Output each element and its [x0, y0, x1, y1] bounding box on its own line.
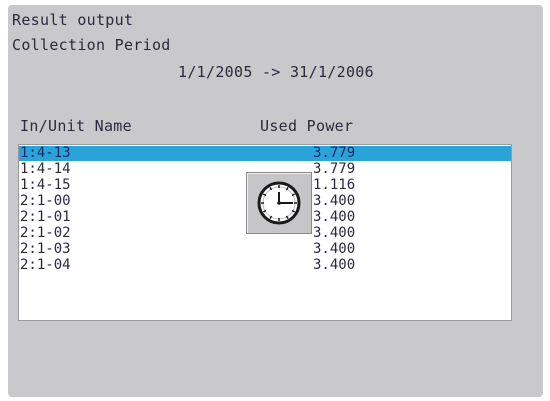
item-power: 3.400: [313, 193, 356, 209]
list-item[interactable]: 1:4-13 3.779: [19, 145, 511, 161]
list-item[interactable]: 2:1-04 3.400: [19, 257, 511, 273]
collection-period-label: Collection Period: [12, 36, 171, 54]
item-power: 3.400: [313, 241, 356, 257]
item-power: 3.400: [313, 257, 356, 273]
item-power: 3.400: [313, 209, 356, 225]
item-name: 2:1-01: [20, 209, 71, 225]
column-header-name: In/Unit Name: [20, 117, 132, 135]
list-item[interactable]: 2:1-03 3.400: [19, 241, 511, 257]
clock-icon: [257, 181, 301, 225]
item-name: 1:4-13: [20, 145, 71, 161]
item-name: 1:4-14: [20, 161, 71, 177]
item-power: 3.779: [313, 145, 356, 161]
item-name: 2:1-04: [20, 257, 71, 273]
busy-indicator: [246, 172, 312, 234]
collection-period-range: 1/1/2005 -> 31/1/2006: [178, 63, 374, 81]
item-power: 1.116: [313, 177, 356, 193]
result-output-screen: Result output Collection Period 1/1/2005…: [8, 5, 543, 397]
item-power: 3.400: [313, 225, 356, 241]
item-name: 2:1-03: [20, 241, 71, 257]
item-name: 1:4-15: [20, 177, 71, 193]
item-name: 2:1-02: [20, 225, 71, 241]
page-title: Result output: [12, 11, 134, 29]
item-power: 3.779: [313, 161, 356, 177]
column-header-power: Used Power: [260, 117, 354, 135]
item-name: 2:1-00: [20, 193, 71, 209]
